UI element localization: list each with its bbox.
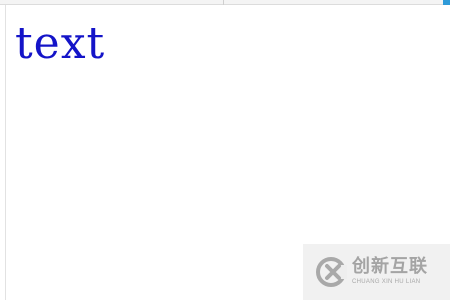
x-circle-logo-icon — [316, 257, 347, 287]
brand-watermark: 创新互联 CHUANG XIN HU LIAN — [303, 244, 450, 300]
watermark-brand-en: CHUANG XIN HU LIAN — [352, 279, 421, 285]
top-toolbar-strip — [0, 0, 450, 5]
watermark-brand-cn: 创新互联 — [352, 256, 428, 277]
document-text: text — [15, 18, 106, 69]
watermark-text: 创新互联 CHUANG XIN HU LIAN — [352, 257, 428, 287]
scrollbar-accent[interactable] — [443, 0, 450, 5]
toolbar-divider — [223, 0, 224, 5]
